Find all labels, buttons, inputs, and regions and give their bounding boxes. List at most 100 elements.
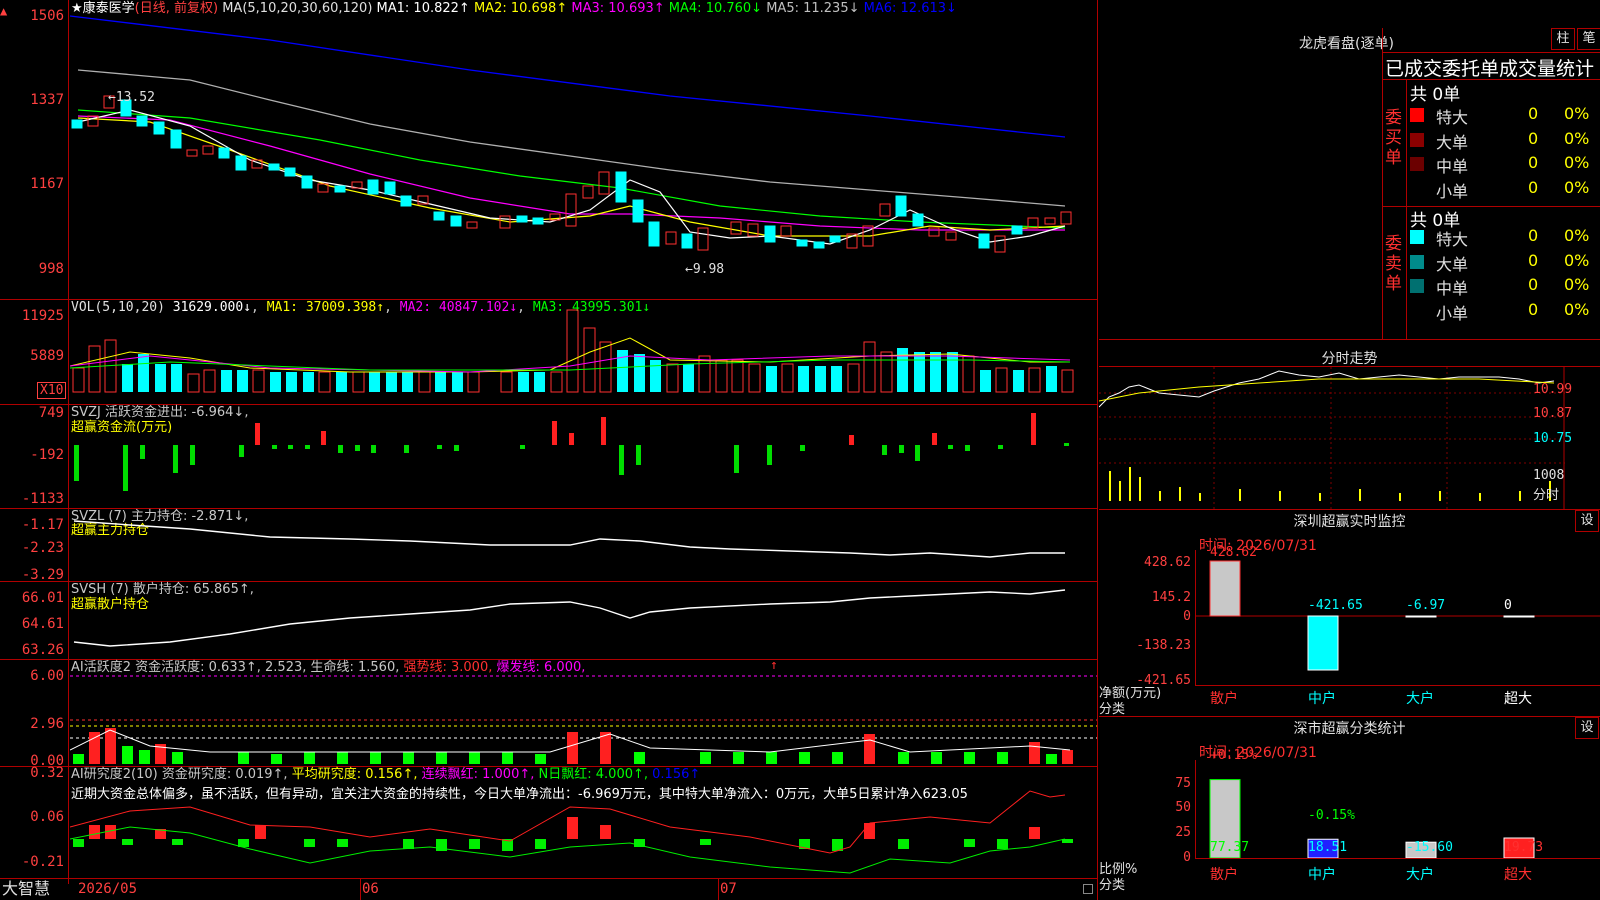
sz-class-ytick: 50	[1175, 800, 1191, 815]
sz-class-settings-button[interactable]: 设	[1575, 717, 1599, 739]
bar	[1307, 615, 1339, 671]
ai-research-chart[interactable]	[70, 767, 1097, 878]
brand-logo: 大智慧	[2, 879, 51, 898]
order-row: 中单 0 0%	[1410, 273, 1600, 298]
bar-value-label: 18.51	[1308, 840, 1348, 855]
chart-area[interactable]: ★康泰医学(日线, 前复权) MA(5,10,20,30,60,120) MA1…	[0, 0, 1098, 900]
svzl-chart[interactable]	[70, 509, 1097, 581]
y-tick: 5889	[30, 348, 64, 364]
y-tick: 6.00	[30, 668, 64, 684]
color-swatch	[1410, 230, 1424, 244]
intraday-ytick: 10.87	[1533, 406, 1573, 421]
sz-class-xlabel: 分类	[1099, 878, 1126, 893]
sz-monitor-title: 深圳超赢实时监控	[1293, 514, 1406, 530]
order-pct: 0%	[1564, 299, 1590, 319]
divider	[1099, 339, 1600, 340]
y-tick: 998	[38, 261, 64, 277]
sz-monitor-chart[interactable]	[1196, 550, 1600, 685]
pen-mode-button[interactable]: 笔	[1577, 28, 1600, 50]
x-label: 2026/05	[78, 881, 138, 897]
order-qty: 0	[1528, 299, 1539, 319]
order-qty: 0	[1528, 128, 1539, 148]
y-tick: 64.61	[21, 616, 64, 632]
y-tick: 66.01	[21, 590, 64, 606]
candles-up	[87, 95, 1072, 253]
volume-chart[interactable]	[70, 300, 1097, 404]
order-size-label: 大单	[1436, 254, 1469, 274]
y-tick: -1133	[21, 491, 64, 507]
order-row: 大单 0 0%	[1410, 127, 1600, 152]
order-size-label: 大单	[1436, 132, 1469, 152]
bar-value-label: 0	[1504, 598, 1512, 613]
order-qty: 0	[1528, 177, 1539, 197]
order-row: 中单 0 0%	[1410, 151, 1600, 176]
color-swatch	[1410, 303, 1424, 318]
category-label: 大户	[1406, 867, 1434, 883]
category-label: 大户	[1406, 691, 1434, 707]
order-size-label: 中单	[1436, 279, 1469, 298]
y-tick: 1337	[30, 92, 64, 108]
scroll-up-icon[interactable]: ▲	[0, 4, 10, 18]
category-label: 超大	[1504, 867, 1532, 883]
bar	[1503, 615, 1535, 618]
sz-class-title: 深市超赢分类统计	[1293, 721, 1406, 737]
bar-mode-button[interactable]: 柱	[1551, 28, 1575, 50]
right-panel[interactable]: 龙虎看盘(逐单) 柱 笔 已成交委托单成交量统计 委买单 委卖单 共 0单 共 …	[1099, 0, 1600, 900]
order-size-label: 小单	[1436, 303, 1469, 323]
ai-active-pane[interactable]: AI活跃度2 资金活跃度: 0.633↑, 2.523, 生命线: 1.560,…	[0, 658, 1098, 769]
svzj-pane[interactable]: SVZJ 活跃资金进出: -6.964↓, 超赢资金流(万元) 749 -192…	[0, 405, 1098, 508]
svzl-pane[interactable]: SVZL (7) 主力持仓: -2.871↓, 超赢主力持仓 -1.17 -2.…	[0, 509, 1098, 583]
price-pane[interactable]: ★康泰医学(日线, 前复权) MA(5,10,20,30,60,120) MA1…	[0, 0, 1098, 299]
sz-monitor-ytick: 0	[1183, 609, 1191, 624]
y-tick: 0.32	[30, 765, 64, 781]
x-axis-line	[0, 878, 1098, 879]
y-tick: 11925	[21, 308, 64, 324]
bar-value-label: 19.73	[1504, 840, 1544, 855]
price-chart[interactable]	[70, 0, 1097, 299]
sz-monitor-settings-button[interactable]: 设	[1575, 510, 1599, 532]
bar	[1209, 560, 1241, 617]
sz-class-ytick: 0	[1183, 850, 1191, 865]
divider	[1406, 79, 1407, 339]
sz-monitor-ytick: -138.23	[1136, 638, 1191, 653]
ai-active-chart[interactable]	[70, 660, 1097, 766]
intraday-chart[interactable]	[1099, 367, 1565, 509]
high-price-label: ←13.52	[108, 90, 155, 105]
volume-unit-badge[interactable]: X10	[37, 382, 67, 399]
order-row: 大单 0 0%	[1410, 249, 1600, 274]
order-row: 小单 0 0%	[1410, 298, 1600, 323]
sz-class-ytick: 25	[1175, 825, 1191, 840]
y-tick: -3.29	[21, 567, 64, 583]
bar-value-label: 428.62	[1210, 545, 1257, 560]
divider	[1099, 716, 1600, 717]
svzj-chart[interactable]	[70, 405, 1097, 508]
ai-research-pane[interactable]: AI研究度2(10) 资金研究度: 0.019↑, 平均研究度: 0.156↑,…	[0, 765, 1098, 878]
order-qty: 0	[1528, 226, 1539, 245]
svsh-pane[interactable]: SVSH (7) 散户持仓: 65.865↑, 超赢散户持仓 66.01 64.…	[0, 582, 1098, 659]
bar	[1405, 615, 1437, 618]
order-size-label: 特大	[1436, 230, 1469, 249]
x-divider	[718, 879, 719, 900]
divider	[1382, 28, 1383, 339]
intraday-ytick: 10.75	[1533, 431, 1573, 446]
color-swatch	[1410, 181, 1424, 196]
sz-monitor-ytick: 428.62	[1144, 555, 1191, 570]
divider	[1099, 509, 1600, 510]
bar-top-label: -0.15%	[1308, 808, 1355, 823]
y-tick: 63.26	[21, 642, 64, 658]
svsh-chart[interactable]	[70, 582, 1097, 659]
category-label: 中户	[1308, 691, 1336, 707]
y-tick: -2.23	[21, 540, 64, 556]
color-swatch	[1410, 254, 1424, 269]
order-pct: 0%	[1564, 128, 1590, 148]
y-tick: 1167	[30, 176, 64, 192]
order-qty: 0	[1528, 275, 1539, 294]
color-swatch	[1410, 157, 1424, 171]
x-divider	[360, 879, 361, 900]
volume-pane[interactable]: VOL(5,10,20) 31629.000↓, MA1: 37009.398↑…	[0, 300, 1098, 404]
order-pct: 0%	[1564, 275, 1590, 294]
order-row: 特大 0 0%	[1410, 102, 1600, 127]
low-price-label: ←9.98	[685, 262, 725, 277]
lock-icon[interactable]	[1083, 884, 1093, 894]
y-tick: -1.17	[21, 517, 64, 533]
